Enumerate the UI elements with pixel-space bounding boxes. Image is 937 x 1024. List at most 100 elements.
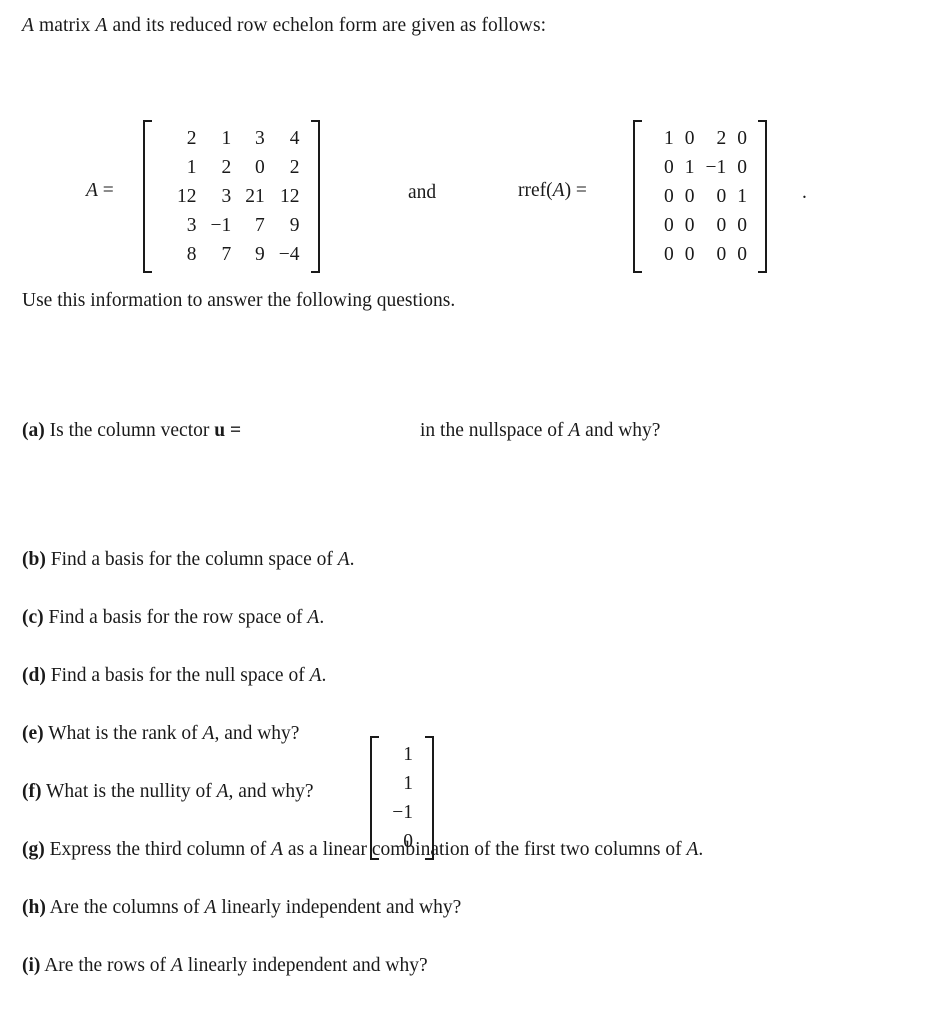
matrix-cell: 0: [664, 244, 674, 265]
right-bracket-icon: [756, 120, 767, 273]
question-text: Find a basis for the column space of A.: [50, 549, 355, 570]
question-tag: (d): [22, 665, 46, 686]
math-variable-a: A: [204, 897, 217, 918]
matrix-cell: 12: [177, 186, 197, 207]
matrix-cell: 1: [221, 128, 232, 149]
vector-u-symbol: u =: [214, 420, 242, 441]
question-item: (b) Find a basis for the column space of…: [22, 546, 877, 574]
matrix-a-label: A =: [86, 180, 114, 201]
matrix-rref: 1 0 2 0 0 1 −1 0 0 0 0 1 0 0 0 0 0 0 0 0: [633, 120, 767, 273]
matrix-cell: 1: [664, 128, 674, 149]
trailing-period: .: [802, 182, 807, 203]
matrix-cell: 0: [716, 215, 727, 236]
matrix-cell: 8: [186, 244, 197, 265]
matrix-cell: 2: [716, 128, 727, 149]
question-tag: (i): [22, 955, 41, 976]
math-variable-a: A: [686, 839, 699, 860]
matrix-cell: 9: [255, 244, 265, 265]
question-tag: (f): [22, 781, 42, 802]
question-item: (e) What is the rank of A, and why?: [22, 720, 877, 748]
matrix-cell: 9: [289, 215, 300, 236]
matrix-cell: 2: [221, 157, 232, 178]
math-variable-a: A: [95, 15, 108, 36]
matrix-cell: 3: [186, 215, 197, 236]
matrix-cell: 3: [221, 186, 232, 207]
question-item: (g) Express the third column of A as a l…: [22, 836, 877, 864]
and-conjunction: and: [408, 182, 437, 203]
intro-sentence: A matrix A and its reduced row echelon f…: [22, 15, 547, 36]
question-tag: (g): [22, 839, 45, 860]
question-text: Are the rows of A linearly independent a…: [44, 955, 428, 976]
right-bracket-icon: [309, 120, 320, 273]
question-a: (a) Is the column vector u = 1 1 −1 0 in th…: [22, 368, 922, 860]
question-item: (i) Are the rows of A linearly independe…: [22, 952, 877, 980]
matrix-a: 2 1 3 4 1 2 0 2 12 3 21 12 3 −1 7 9 8 7 9 −4: [143, 120, 320, 273]
math-variable-a: A: [552, 180, 565, 201]
matrix-cell: 2: [289, 157, 300, 178]
matrix-rref-grid: 1 0 2 0 0 1 −1 0 0 0 0 1 0 0 0 0 0 0 0 0: [644, 120, 756, 273]
rref-label: rref(A) =: [518, 180, 587, 201]
matrix-display-row: A = 2 1 3 4 1 2 0 2 12 3 21 12 3 −1 7 9 8 7 9 −4 and rref(A…: [0, 58, 937, 273]
question-item: (c) Find a basis for the row space of A.: [22, 604, 877, 632]
matrix-cell: 0: [664, 186, 674, 207]
matrix-cell: 1: [186, 157, 197, 178]
question-text: Find a basis for the null space of A.: [50, 665, 327, 686]
matrix-cell: 21: [245, 186, 265, 207]
left-bracket-icon: [143, 120, 154, 273]
math-variable-a: A: [202, 723, 215, 744]
matrix-cell: 0: [737, 157, 747, 178]
matrix-cell: −1: [210, 215, 232, 236]
question-list: (b) Find a basis for the column space of…: [22, 546, 877, 980]
math-variable-a: A: [309, 665, 322, 686]
matrix-cell: −4: [278, 244, 300, 265]
question-a-lead: (a) Is the column vector u =: [22, 420, 241, 442]
math-variable-a: A: [86, 180, 98, 201]
matrix-cell: 7: [221, 244, 232, 265]
question-item: (f) What is the nullity of A, and why?: [22, 778, 877, 806]
matrix-a-grid: 2 1 3 4 1 2 0 2 12 3 21 12 3 −1 7 9 8 7 9 −4: [154, 120, 309, 273]
question-a-tail: in the nullspace of A and why?: [420, 420, 661, 441]
question-text: Express the third column of A as a linea…: [49, 839, 704, 860]
matrix-cell: −1: [705, 157, 727, 178]
math-variable-a: A: [22, 15, 35, 36]
matrix-cell: 3: [255, 128, 265, 149]
matrix-cell: 2: [186, 128, 197, 149]
matrix-cell: 0: [255, 157, 265, 178]
math-variable-a: A: [337, 549, 350, 570]
question-text: What is the nullity of A, and why?: [46, 781, 314, 802]
question-tag: (e): [22, 723, 44, 744]
question-a-tag: (a): [22, 420, 45, 441]
question-item: (h) Are the columns of A linearly indepe…: [22, 894, 877, 922]
question-text: Are the columns of A linearly independen…: [49, 897, 462, 918]
question-a-lead-text: Is the column vector: [49, 420, 210, 441]
matrix-cell: 0: [737, 244, 747, 265]
matrix-cell: 0: [684, 128, 695, 149]
matrix-cell: 0: [664, 215, 674, 236]
use-information-sentence: Use this information to answer the follo…: [22, 290, 456, 311]
matrix-cell: 4: [289, 128, 300, 149]
matrix-cell: 0: [737, 128, 747, 149]
math-variable-a: A: [271, 839, 284, 860]
matrix-cell: 0: [664, 157, 674, 178]
matrix-cell: 1: [684, 157, 695, 178]
matrix-cell: 7: [255, 215, 265, 236]
question-item: (d) Find a basis for the null space of A…: [22, 662, 877, 690]
question-tag: (c): [22, 607, 44, 628]
worksheet-page: A matrix A and its reduced row echelon f…: [0, 0, 937, 1024]
matrix-cell: 0: [716, 186, 727, 207]
math-variable-a: A: [568, 420, 581, 441]
question-tag: (h): [22, 897, 46, 918]
matrix-cell: 0: [684, 215, 695, 236]
math-variable-a: A: [307, 607, 320, 628]
math-variable-a: A: [170, 955, 183, 976]
matrix-cell: 1: [737, 186, 747, 207]
question-text: Find a basis for the row space of A.: [48, 607, 325, 628]
matrix-cell: 0: [684, 186, 695, 207]
left-bracket-icon: [633, 120, 644, 273]
question-tag: (b): [22, 549, 46, 570]
matrix-cell: 12: [280, 186, 300, 207]
question-text: What is the rank of A, and why?: [48, 723, 300, 744]
math-variable-a: A: [216, 781, 229, 802]
matrix-cell: 0: [684, 244, 695, 265]
matrix-cell: 0: [716, 244, 727, 265]
